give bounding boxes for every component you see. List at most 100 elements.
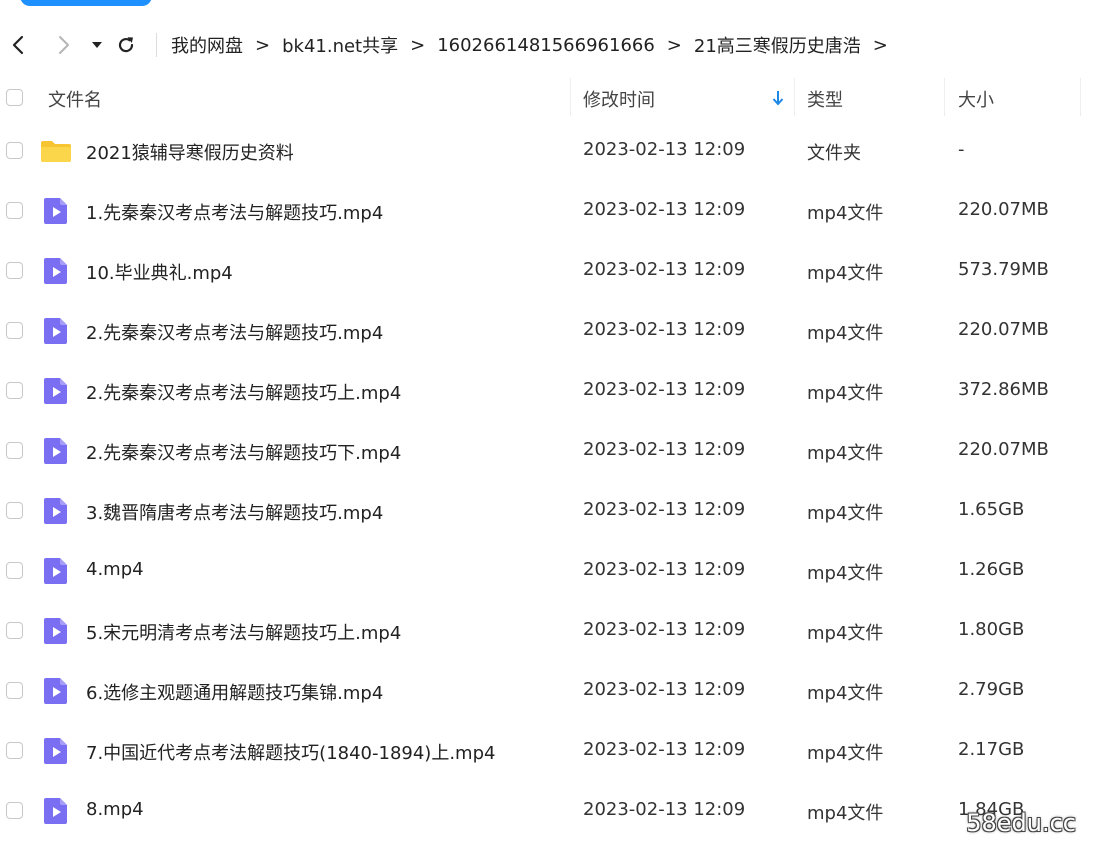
watermark: 58edu.cc <box>966 809 1076 837</box>
video-file-icon <box>40 675 72 707</box>
file-size: - <box>958 139 965 160</box>
file-row[interactable]: 10.毕业典礼.mp4 2023-02-13 12:09 mp4文件 573.79MB <box>0 241 1094 301</box>
forward-button[interactable] <box>54 30 74 60</box>
file-type: mp4文件 <box>807 443 884 464</box>
file-list-header: 文件名 修改时间 类型 大小 <box>0 74 1094 120</box>
file-name[interactable]: 6.选修主观题通用解题技巧集锦.mp4 <box>86 679 383 705</box>
file-row[interactable]: 3.魏晋隋唐考点考法与解题技巧.mp4 2023-02-13 12:09 mp4文件… <box>0 481 1094 541</box>
file-row[interactable]: 2.先秦秦汉考点考法与解题技巧下.mp4 2023-02-13 12:09 mp4文… <box>0 421 1094 481</box>
file-name[interactable]: 2.先秦秦汉考点考法与解题技巧上.mp4 <box>86 379 401 405</box>
column-header-size[interactable]: 大小 <box>958 86 994 112</box>
file-type: mp4文件 <box>807 323 884 344</box>
nav-divider <box>156 33 157 57</box>
file-modified-time: 2023-02-13 12:09 <box>583 319 746 340</box>
file-name[interactable]: 1.先秦秦汉考点考法与解题技巧.mp4 <box>86 199 383 225</box>
file-modified-time: 2023-02-13 12:09 <box>583 799 746 820</box>
file-modified-time: 2023-02-13 12:09 <box>583 619 746 640</box>
file-size: 220.07MB <box>958 199 1049 220</box>
row-checkbox[interactable] <box>6 442 23 459</box>
top-blue-button[interactable] <box>20 0 152 6</box>
video-file-icon <box>40 795 72 827</box>
file-row[interactable]: 2.先秦秦汉考点考法与解题技巧.mp4 2023-02-13 12:09 mp4文件… <box>0 301 1094 361</box>
video-file-icon <box>40 195 72 227</box>
select-all-checkbox[interactable] <box>6 89 23 106</box>
row-checkbox[interactable] <box>6 682 23 699</box>
chevron-right-icon <box>59 36 69 54</box>
row-checkbox[interactable] <box>6 262 23 279</box>
file-type: mp4文件 <box>807 563 884 584</box>
file-row[interactable]: 5.宋元明清考点考法与解题技巧上.mp4 2023-02-13 12:09 mp4文… <box>0 601 1094 661</box>
column-header-modified[interactable]: 修改时间 <box>583 86 655 112</box>
file-row[interactable]: 1.先秦秦汉考点考法与解题技巧.mp4 2023-02-13 12:09 mp4文件… <box>0 181 1094 241</box>
caret-down-icon <box>92 42 102 48</box>
breadcrumb-item-current[interactable]: 21高三寒假历史唐浩 <box>694 32 861 58</box>
navigation-bar: 我的网盘 > bk41.net共享 > 1602661481566961666 … <box>0 22 1094 68</box>
file-row[interactable]: 7.中国近代考点考法解题技巧(1840-1894)上.mp4 2023-02-13… <box>0 721 1094 781</box>
file-row[interactable]: 8.mp4 2023-02-13 12:09 mp4文件 1.84GB <box>0 781 1094 841</box>
file-name[interactable]: 5.宋元明清考点考法与解题技巧上.mp4 <box>86 619 401 645</box>
file-name[interactable]: 2021猿辅导寒假历史资料 <box>86 139 294 165</box>
sort-descending-icon[interactable] <box>771 89 785 111</box>
breadcrumb-item-root[interactable]: 我的网盘 <box>171 32 243 58</box>
breadcrumb-separator[interactable]: > <box>873 35 888 56</box>
file-name[interactable]: 2.先秦秦汉考点考法与解题技巧.mp4 <box>86 319 383 345</box>
row-checkbox[interactable] <box>6 742 23 759</box>
file-type: mp4文件 <box>807 203 884 224</box>
file-type: mp4文件 <box>807 743 884 764</box>
column-header-type[interactable]: 类型 <box>807 86 843 112</box>
column-divider <box>944 78 945 116</box>
file-type: mp4文件 <box>807 683 884 704</box>
file-name[interactable]: 7.中国近代考点考法解题技巧(1840-1894)上.mp4 <box>86 739 495 765</box>
file-name[interactable]: 10.毕业典礼.mp4 <box>86 259 233 285</box>
breadcrumb-separator: > <box>666 34 682 56</box>
file-row[interactable]: 2021猿辅导寒假历史资料 2023-02-13 12:09 文件夹 - <box>0 121 1094 181</box>
row-checkbox[interactable] <box>6 502 23 519</box>
file-type: mp4文件 <box>807 803 884 824</box>
file-size: 1.80GB <box>958 619 1025 640</box>
file-name[interactable]: 3.魏晋隋唐考点考法与解题技巧.mp4 <box>86 499 383 525</box>
file-modified-time: 2023-02-13 12:09 <box>583 259 746 280</box>
back-button[interactable] <box>8 30 28 60</box>
file-name[interactable]: 4.mp4 <box>86 559 144 580</box>
file-name[interactable]: 2.先秦秦汉考点考法与解题技巧下.mp4 <box>86 439 401 465</box>
file-type: mp4文件 <box>807 503 884 524</box>
file-row[interactable]: 6.选修主观题通用解题技巧集锦.mp4 2023-02-13 12:09 mp4文件… <box>0 661 1094 721</box>
video-file-icon <box>40 255 72 287</box>
row-checkbox[interactable] <box>6 802 23 819</box>
row-checkbox[interactable] <box>6 322 23 339</box>
file-modified-time: 2023-02-13 12:09 <box>583 679 746 700</box>
file-modified-time: 2023-02-13 12:09 <box>583 499 746 520</box>
row-checkbox[interactable] <box>6 562 23 579</box>
breadcrumb-separator: > <box>255 34 271 56</box>
video-file-icon <box>40 495 72 527</box>
file-size: 372.86MB <box>958 379 1049 400</box>
history-dropdown-button[interactable] <box>90 30 104 60</box>
file-type: 文件夹 <box>807 143 861 164</box>
file-row[interactable]: 4.mp4 2023-02-13 12:09 mp4文件 1.26GB <box>0 541 1094 601</box>
row-checkbox[interactable] <box>6 382 23 399</box>
file-modified-time: 2023-02-13 12:09 <box>583 199 746 220</box>
breadcrumb: 我的网盘 > bk41.net共享 > 1602661481566961666 … <box>171 32 900 58</box>
chevron-left-icon <box>12 35 24 55</box>
file-modified-time: 2023-02-13 12:09 <box>583 379 746 400</box>
file-row[interactable]: 2.先秦秦汉考点考法与解题技巧上.mp4 2023-02-13 12:09 mp4文… <box>0 361 1094 421</box>
breadcrumb-item-share[interactable]: bk41.net共享 <box>282 32 398 58</box>
row-checkbox[interactable] <box>6 202 23 219</box>
row-checkbox[interactable] <box>6 622 23 639</box>
breadcrumb-item-id-folder[interactable]: 1602661481566961666 <box>437 35 655 56</box>
column-header-name[interactable]: 文件名 <box>48 86 102 112</box>
refresh-button[interactable] <box>114 30 138 60</box>
file-type: mp4文件 <box>807 623 884 644</box>
video-file-icon <box>40 435 72 467</box>
video-file-icon <box>40 315 72 347</box>
refresh-icon <box>118 37 134 53</box>
row-checkbox[interactable] <box>6 142 23 159</box>
file-modified-time: 2023-02-13 12:09 <box>583 139 746 160</box>
video-file-icon <box>40 555 72 587</box>
file-size: 220.07MB <box>958 439 1049 460</box>
folder-icon <box>40 135 72 167</box>
file-modified-time: 2023-02-13 12:09 <box>583 439 746 460</box>
file-name[interactable]: 8.mp4 <box>86 799 144 820</box>
column-divider <box>794 78 795 116</box>
file-size: 2.17GB <box>958 739 1025 760</box>
